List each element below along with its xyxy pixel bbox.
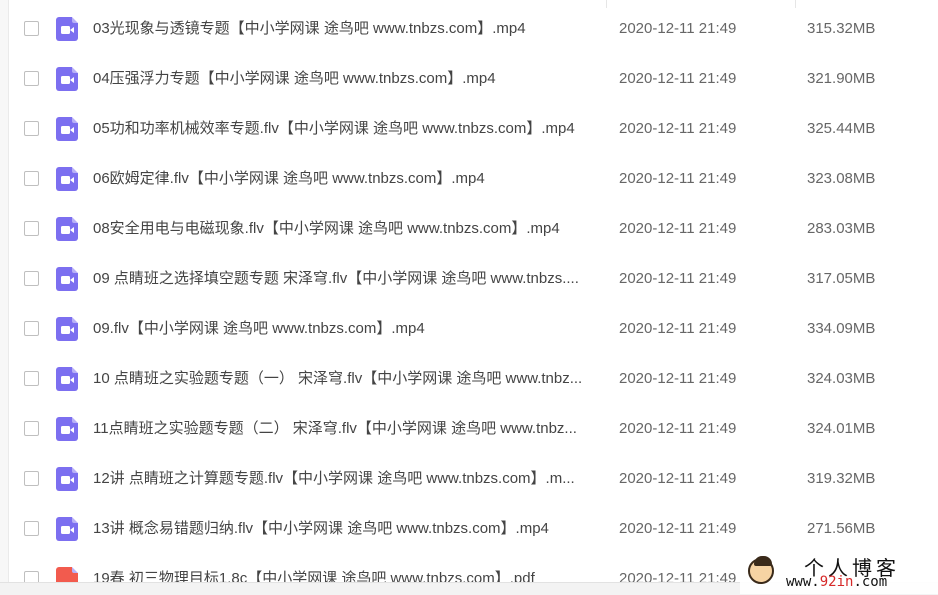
file-name[interactable]: 08安全用电与电磁现象.flv【中小学网课 途鸟吧 www.tnbzs.com】… [93,220,603,238]
row-checkbox[interactable] [24,471,39,486]
file-size: 317.05MB [807,270,876,287]
file-size: 321.90MB [807,70,876,87]
file-list: 03光现象与透镜专题【中小学网课 途鸟吧 www.tnbzs.com】.mp4 2… [0,4,938,584]
row-checkbox[interactable] [24,271,39,286]
file-name[interactable]: 06欧姆定律.flv【中小学网课 途鸟吧 www.tnbzs.com】.mp4 [93,170,603,188]
file-name[interactable]: 04压强浮力专题【中小学网课 途鸟吧 www.tnbzs.com】.mp4 [93,70,603,88]
file-row[interactable]: 04压强浮力专题【中小学网课 途鸟吧 www.tnbzs.com】.mp4 202… [0,54,938,104]
file-size: 283.03MB [807,220,876,237]
video-file-icon [56,167,78,191]
avatar-icon [748,556,774,584]
file-size: 334.09MB [807,320,876,337]
row-checkbox[interactable] [24,221,39,236]
row-checkbox[interactable] [24,521,39,536]
video-file-icon [56,317,78,341]
file-size: 325.44MB [807,120,876,137]
video-file-icon [56,417,78,441]
file-modified-date: 2020-12-11 21:49 [619,170,737,187]
row-checkbox[interactable] [24,171,39,186]
file-row[interactable]: 03光现象与透镜专题【中小学网课 途鸟吧 www.tnbzs.com】.mp4 2… [0,4,938,54]
file-size: 315.32MB [807,20,876,37]
file-row[interactable]: 06欧姆定律.flv【中小学网课 途鸟吧 www.tnbzs.com】.mp4 2… [0,154,938,204]
row-checkbox[interactable] [24,71,39,86]
file-name[interactable]: 13讲 概念易错题归纳.flv【中小学网课 途鸟吧 www.tnbzs.com】… [93,520,603,538]
file-modified-date: 2020-12-11 21:49 [619,520,737,537]
row-checkbox[interactable] [24,371,39,386]
file-name[interactable]: 09 点睛班之选择填空题专题 宋泽穹.flv【中小学网课 途鸟吧 www.tnb… [93,270,603,288]
file-modified-date: 2020-12-11 21:49 [619,470,737,487]
file-modified-date: 2020-12-11 21:49 [619,70,737,87]
file-modified-date: 2020-12-11 21:49 [619,320,737,337]
file-row[interactable]: 10 点睛班之实验题专题（一） 宋泽穹.flv【中小学网课 途鸟吧 www.tn… [0,354,938,404]
video-file-icon [56,267,78,291]
file-row[interactable]: 12讲 点睛班之计算题专题.flv【中小学网课 途鸟吧 www.tnbzs.co… [0,454,938,504]
file-modified-date: 2020-12-11 21:49 [619,20,737,37]
file-size: 323.08MB [807,170,876,187]
file-name[interactable]: 10 点睛班之实验题专题（一） 宋泽穹.flv【中小学网课 途鸟吧 www.tn… [93,370,603,388]
file-name[interactable]: 09.flv【中小学网课 途鸟吧 www.tnbzs.com】.mp4 [93,320,603,338]
file-size: 324.01MB [807,420,876,437]
video-file-icon [56,367,78,391]
file-modified-date: 2020-12-11 21:49 [619,270,737,287]
file-row[interactable]: 09.flv【中小学网课 途鸟吧 www.tnbzs.com】.mp4 2020-… [0,304,938,354]
video-file-icon [56,17,78,41]
row-checkbox[interactable] [24,421,39,436]
watermark-url: www.92in.com [786,574,888,590]
video-file-icon [56,117,78,141]
file-modified-date: 2020-12-11 21:49 [619,220,737,237]
file-size: 324.03MB [807,370,876,387]
video-file-icon [56,67,78,91]
video-file-icon [56,467,78,491]
file-size: 271.56MB [807,520,876,537]
file-modified-date: 2020-12-11 21:49 [619,420,737,437]
file-row[interactable]: 13讲 概念易错题归纳.flv【中小学网课 途鸟吧 www.tnbzs.com】… [0,504,938,554]
file-size: 319.32MB [807,470,876,487]
file-row[interactable]: 08安全用电与电磁现象.flv【中小学网课 途鸟吧 www.tnbzs.com】… [0,204,938,254]
row-checkbox[interactable] [24,21,39,36]
row-checkbox[interactable] [24,121,39,136]
file-name[interactable]: 05功和功率机械效率专题.flv【中小学网课 途鸟吧 www.tnbzs.com… [93,120,603,138]
file-row[interactable]: 11点睛班之实验题专题（二） 宋泽穹.flv【中小学网课 途鸟吧 www.tnb… [0,404,938,454]
row-checkbox[interactable] [24,321,39,336]
file-name[interactable]: 12讲 点睛班之计算题专题.flv【中小学网课 途鸟吧 www.tnbzs.co… [93,470,603,488]
file-row[interactable]: 09 点睛班之选择填空题专题 宋泽穹.flv【中小学网课 途鸟吧 www.tnb… [0,254,938,304]
file-row[interactable]: 05功和功率机械效率专题.flv【中小学网课 途鸟吧 www.tnbzs.com… [0,104,938,154]
file-modified-date: 2020-12-11 21:49 [619,370,737,387]
video-file-icon [56,217,78,241]
file-modified-date: 2020-12-11 21:49 [619,120,737,137]
file-name[interactable]: 03光现象与透镜专题【中小学网课 途鸟吧 www.tnbzs.com】.mp4 [93,20,603,38]
video-file-icon [56,517,78,541]
file-name[interactable]: 11点睛班之实验题专题（二） 宋泽穹.flv【中小学网课 途鸟吧 www.tnb… [93,420,603,438]
watermark-logo: 个人博客 www.92in.com [740,552,938,594]
